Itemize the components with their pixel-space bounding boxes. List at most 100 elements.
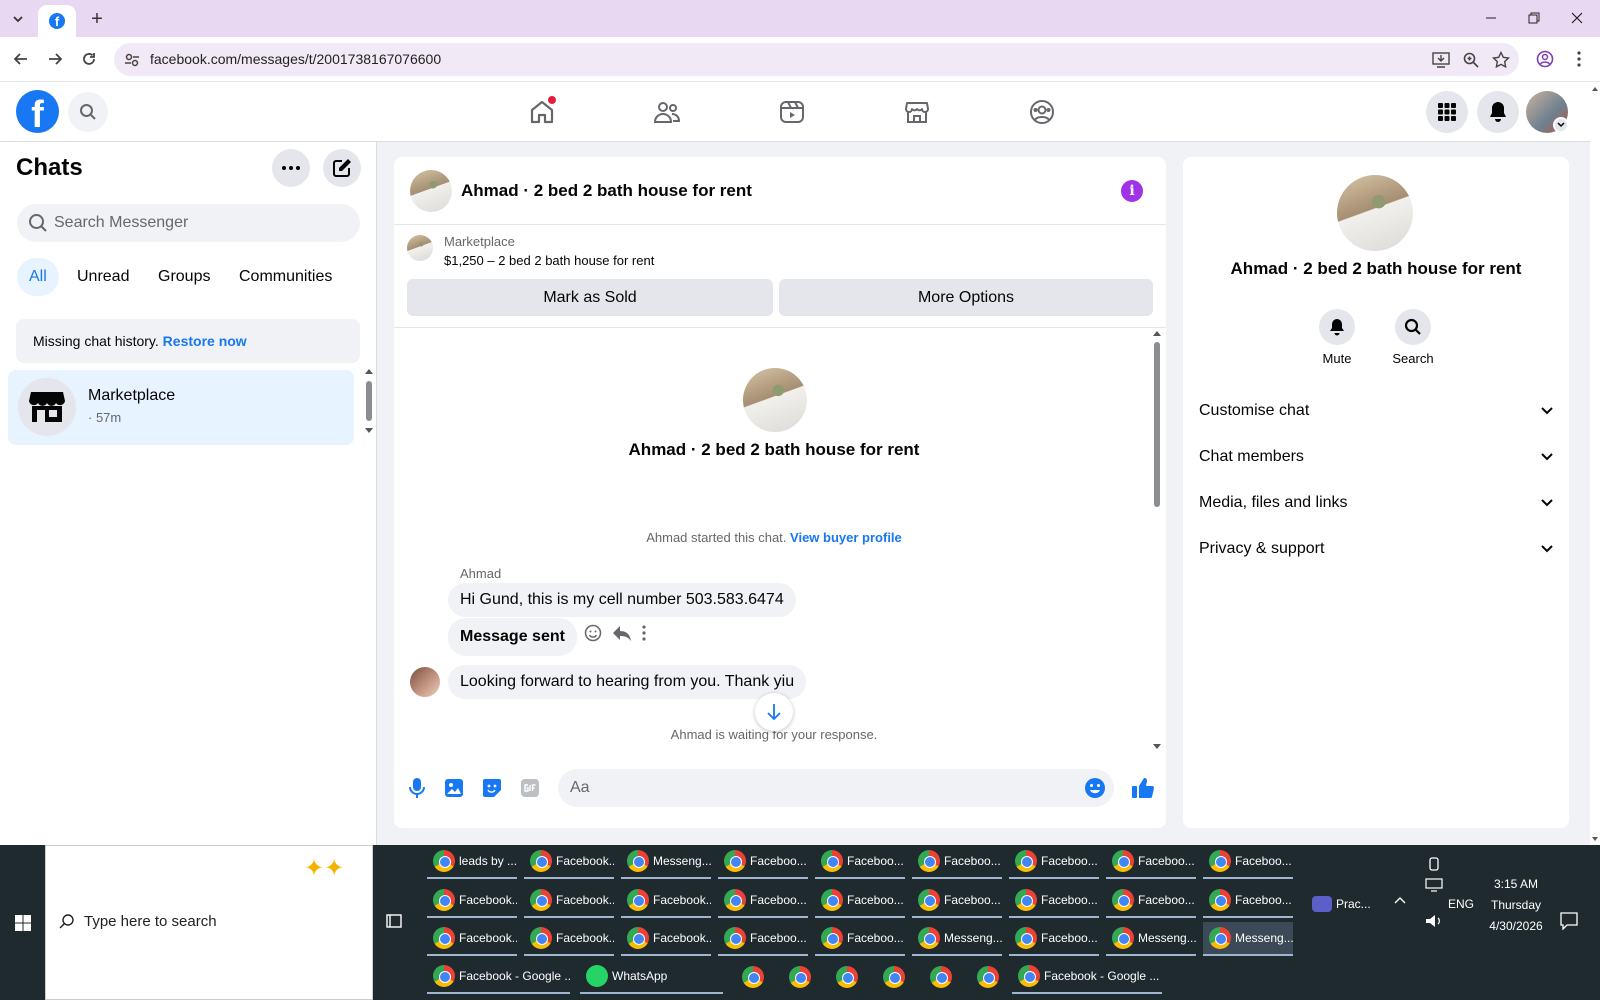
taskbar-window-button[interactable]: Faceboo... [1203, 845, 1293, 879]
facebook-logo[interactable]: f [16, 90, 59, 133]
attach-photo-button[interactable] [441, 775, 467, 801]
facebook-search-button[interactable] [68, 92, 108, 132]
taskbar-window-button[interactable]: Messeng... [621, 845, 711, 879]
profile-icon[interactable] [1532, 46, 1558, 72]
taskbar-window-button[interactable]: Faceboo... [912, 845, 1002, 879]
scroll-to-bottom-button[interactable] [755, 693, 793, 731]
restore-window-icon[interactable] [1519, 6, 1549, 30]
chrome-icon[interactable] [742, 966, 764, 988]
clock-day[interactable]: Thursday [1476, 898, 1556, 912]
message-scrollbar[interactable] [1151, 328, 1163, 752]
listing-thumbnail[interactable] [407, 235, 433, 261]
taskbar-window-button[interactable]: Messeng... [1203, 922, 1293, 956]
listing-price-title[interactable]: $1,250 – 2 bed 2 bath house for rent [444, 253, 654, 268]
network-icon[interactable] [1425, 878, 1443, 892]
react-emoji-icon[interactable] [584, 624, 602, 642]
more-options-button[interactable]: More Options [779, 279, 1153, 316]
taskbar-window-button[interactable]: Faceboo... [1106, 884, 1196, 918]
volume-icon[interactable] [1425, 914, 1443, 928]
view-buyer-profile-link[interactable]: View buyer profile [790, 530, 902, 545]
message-bubble[interactable]: Hi Gund, this is my cell number 503.583.… [448, 583, 796, 617]
filter-unread[interactable]: Unread [65, 258, 141, 296]
zoom-icon[interactable] [1460, 49, 1482, 71]
chrome-icon[interactable] [789, 966, 811, 988]
chat-list-scrollbar[interactable] [363, 366, 375, 436]
taskbar-window-button[interactable]: Faceboo... [1009, 845, 1099, 879]
nav-groups[interactable] [1024, 94, 1060, 130]
chrome-icon[interactable] [883, 966, 905, 988]
close-window-icon[interactable] [1562, 6, 1592, 30]
search-in-conversation-button[interactable]: Search [1383, 309, 1443, 366]
minimize-icon[interactable] [1476, 6, 1506, 30]
conversation-info-icon[interactable]: i [1121, 180, 1143, 202]
taskbar-window-button[interactable]: Faceboo... [815, 884, 905, 918]
message-input[interactable]: Aa [558, 769, 1114, 807]
page-scrollbar[interactable] [1590, 82, 1600, 845]
info-avatar[interactable] [1337, 175, 1413, 251]
language-indicator[interactable]: ENG [1448, 897, 1474, 911]
filter-communities[interactable]: Communities [227, 258, 344, 296]
nav-friends[interactable] [649, 94, 685, 130]
taskbar-window-button[interactable]: Faceboo... [718, 845, 808, 879]
install-app-icon[interactable] [1430, 49, 1452, 71]
taskbar-search-box[interactable]: Type here to search ✦✦ [45, 845, 373, 1000]
back-arrow-icon[interactable] [8, 46, 34, 72]
scroll-thumb[interactable] [1154, 342, 1160, 507]
chrome-icon[interactable] [836, 966, 858, 988]
nav-video[interactable] [774, 94, 810, 130]
taskbar-whatsapp-button[interactable]: WhatsApp [580, 960, 723, 994]
clock-date[interactable]: 4/30/2026 [1476, 919, 1556, 933]
chrome-icon[interactable] [930, 966, 952, 988]
taskbar-window-button[interactable]: Facebook... [524, 884, 614, 918]
site-settings-icon[interactable] [122, 50, 142, 70]
sticker-button[interactable] [479, 775, 505, 801]
taskbar-window-button[interactable]: Faceboo... [1106, 845, 1196, 879]
taskbar-window-button[interactable]: Faceboo... [718, 922, 808, 956]
task-view-icon[interactable] [385, 912, 403, 930]
new-tab-plus-icon[interactable]: + [85, 7, 109, 31]
mute-button[interactable]: Mute [1307, 309, 1367, 366]
section-privacy-support[interactable]: Privacy & support [1199, 534, 1553, 564]
tab-search-chevron-icon[interactable] [6, 7, 30, 31]
taskbar-window-button[interactable]: Faceboo... [815, 845, 905, 879]
nav-home[interactable] [524, 94, 560, 130]
section-media-files-links[interactable]: Media, files and links [1199, 488, 1553, 518]
conversation-title[interactable]: Ahmad · 2 bed 2 bath house for rent [461, 181, 752, 201]
taskbar-window-button[interactable]: Facebook... [621, 922, 711, 956]
taskbar-window-button[interactable]: leads by ... [427, 845, 517, 879]
taskbar-window-button[interactable]: Facebook... [524, 845, 614, 879]
taskbar-window-button[interactable]: Faceboo... [815, 922, 905, 956]
browser-menu-kebab-icon[interactable] [1566, 46, 1592, 72]
chat-list-item-marketplace[interactable]: Marketplace · 57m [8, 370, 354, 445]
windows-start-button[interactable] [0, 845, 45, 1000]
filter-groups[interactable]: Groups [146, 258, 222, 296]
address-bar[interactable]: facebook.com/messages/t/2001738167076600 [114, 43, 1519, 76]
taskbar-window-button[interactable]: Messeng... [1106, 922, 1196, 956]
chats-options-button[interactable] [272, 149, 310, 187]
taskbar-window-button[interactable]: Faceboo... [1009, 884, 1099, 918]
taskbar-window-button[interactable]: Messeng... [912, 922, 1002, 956]
taskbar-window-button[interactable]: Faceboo... [912, 884, 1002, 918]
nav-marketplace[interactable] [899, 94, 935, 130]
show-hidden-icons-chevron-icon[interactable] [1394, 896, 1406, 904]
reply-icon[interactable] [612, 624, 632, 642]
taskbar-window-button[interactable]: Facebook - Google ... [1012, 960, 1162, 994]
section-chat-members[interactable]: Chat members [1199, 442, 1553, 472]
message-bubble[interactable]: Looking forward to hearing from you. Tha… [448, 665, 807, 699]
account-chevron-down-icon[interactable] [1553, 117, 1569, 133]
bookmark-star-icon[interactable] [1490, 49, 1512, 71]
send-like-button[interactable] [1130, 775, 1156, 801]
device-icon[interactable] [1426, 856, 1442, 872]
conversation-avatar[interactable] [410, 170, 452, 212]
notifications-button[interactable] [1477, 91, 1519, 133]
emoji-icon[interactable] [1084, 777, 1106, 799]
taskbar-prac-app[interactable]: Prac... [1306, 887, 1386, 921]
taskbar-window-button[interactable]: Facebook... [621, 884, 711, 918]
sender-avatar[interactable] [410, 667, 440, 697]
clock-time[interactable]: 3:15 AM [1476, 877, 1556, 891]
restore-now-link[interactable]: Restore now [163, 333, 247, 349]
reload-icon[interactable] [76, 46, 102, 72]
taskbar-window-button[interactable]: Facebook... [427, 922, 517, 956]
forward-arrow-icon[interactable] [42, 46, 68, 72]
scroll-thumb[interactable] [366, 381, 372, 421]
